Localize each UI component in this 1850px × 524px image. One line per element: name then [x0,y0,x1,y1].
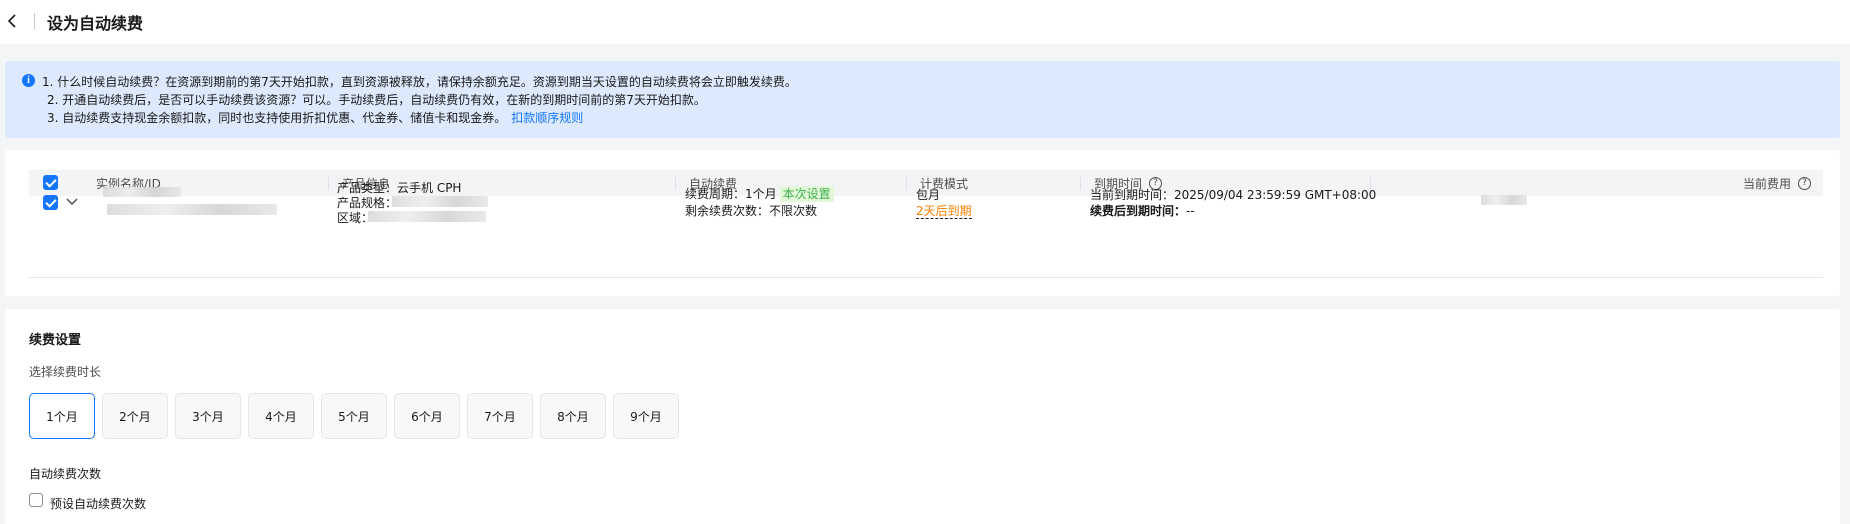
page-title: 设为自动续费 [47,14,144,33]
notice-line-3: 3. 自动续费支持现金余额扣款，同时也支持使用折扣优惠、代金券、储值卡和现金券。… [47,109,583,126]
resource-table-card: 实例名称/ID 产品信息 自动续费 计费模式 到期时间? 当前费用? 产品类型：… [5,150,1840,296]
after-renew-expiry: 续费后到期时间：-- [1090,202,1195,219]
after-renew-label: 续费后到期时间： [1090,204,1187,218]
page-header: 设为自动续费 [0,0,1850,44]
duration-option[interactable]: 5个月 [321,393,387,439]
billing-mode: 包月 [916,188,941,202]
duration-option[interactable]: 7个月 [467,393,533,439]
duration-option[interactable]: 3个月 [175,393,241,439]
preset-count-checkbox[interactable] [29,493,43,507]
info-icon: i [22,74,35,87]
notice-line-2: 2. 开通自动续费后，是否可以手动续费该资源？可以。手动续费后，自动续费仍有效，… [47,93,706,107]
product-spec-redacted [392,196,488,207]
renew-cycle-text: 续费周期：1个月 [685,187,777,201]
notice-line-3-text: 3. 自动续费支持现金余额扣款，同时也支持使用折扣优惠、代金券、储值卡和现金券。 [47,111,507,125]
select-all-checkbox[interactable] [43,175,58,190]
current-cost-redacted [1481,195,1527,205]
status-badge: 本次设置 [779,186,834,202]
chevron-down-icon[interactable] [64,194,80,210]
deduction-order-link[interactable]: 扣款顺序规则 [511,111,583,125]
notice-line-1: 1. 什么时候自动续费？在资源到期前的第7天开始扣款，直到资源被释放，请保持余额… [42,75,797,89]
th-separator [328,176,329,190]
duration-option[interactable]: 4个月 [248,393,314,439]
duration-option[interactable]: 6个月 [394,393,460,439]
header-divider [34,13,35,29]
info-notice: i 1. 什么时候自动续费？在资源到期前的第7天开始扣款，直到资源被释放，请保持… [5,61,1840,138]
row-checkbox[interactable] [43,195,58,210]
expire-soon-text[interactable]: 2天后到期 [916,204,972,219]
instance-name-redacted [103,187,181,197]
after-renew-value: -- [1186,204,1195,218]
remaining-renewals: 剩余续费次数：不限次数 [685,204,818,218]
expire-soon-link[interactable]: 2天后到期 [916,202,972,219]
th-cost: 当前费用? [1743,175,1811,192]
duration-option[interactable]: 2个月 [102,393,168,439]
duration-label: 选择续费时长 [29,365,102,379]
renewal-settings-card: 续费设置 选择续费时长 1个月 2个月 3个月 4个月 5个月 6个月 7个月 … [5,309,1840,524]
chevron-left-icon [7,14,16,28]
th-separator [675,176,676,190]
duration-option[interactable]: 8个月 [540,393,606,439]
row-divider [29,277,1823,278]
duration-option[interactable]: 9个月 [613,393,679,439]
question-circle-icon[interactable]: ? [1798,177,1811,190]
renew-count-label: 自动续费次数 [29,467,102,481]
th-separator [906,176,907,190]
section-title: 续费设置 [29,333,82,348]
back-button[interactable] [5,12,19,30]
duration-option[interactable]: 1个月 [29,393,95,439]
preset-count-label[interactable]: 预设自动续费次数 [50,495,146,512]
instance-id-redacted [107,204,277,215]
th-cost-label: 当前费用 [1742,177,1791,191]
renew-cycle: 续费周期：1个月 本次设置 [685,185,834,202]
region-redacted [368,211,486,222]
current-expiry: 当前到期时间：2025/09/04 23:59:59 GMT+08:00 [1090,188,1377,202]
th-separator [1080,176,1081,190]
